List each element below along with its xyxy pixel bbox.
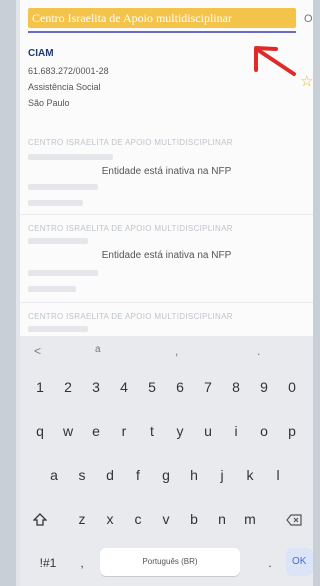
key-a[interactable]: a bbox=[42, 460, 66, 490]
key-v[interactable]: v bbox=[154, 504, 178, 534]
divider bbox=[20, 302, 313, 303]
key-y[interactable]: y bbox=[168, 416, 192, 446]
key-h[interactable]: h bbox=[182, 460, 206, 490]
key-7[interactable]: 7 bbox=[196, 372, 220, 402]
favorite-star-icon[interactable]: ☆ bbox=[300, 72, 313, 90]
entity-city: São Paulo bbox=[28, 98, 70, 108]
key-z[interactable]: z bbox=[70, 504, 94, 534]
key-o[interactable]: o bbox=[252, 416, 276, 446]
key-1[interactable]: 1 bbox=[28, 372, 52, 402]
key-0[interactable]: 0 bbox=[280, 372, 304, 402]
key-m[interactable]: m bbox=[238, 504, 262, 534]
result-card[interactable]: CENTRO ISRAELITA DE APOIO MULTIDISCIPLIN… bbox=[20, 306, 313, 336]
entity-name: CIAM bbox=[28, 48, 54, 59]
key-5[interactable]: 5 bbox=[140, 372, 164, 402]
entity-category: Assistência Social bbox=[28, 82, 101, 92]
app-screen: Centro Israelita de Apoio multidisciplin… bbox=[20, 0, 313, 586]
key-c[interactable]: c bbox=[126, 504, 150, 534]
key-4[interactable]: 4 bbox=[112, 372, 136, 402]
key-w[interactable]: w bbox=[56, 416, 80, 446]
result-card[interactable]: CENTRO ISRAELITA DE APOIO MULTIDISCIPLIN… bbox=[20, 130, 313, 210]
result-line bbox=[28, 184, 98, 190]
key-f[interactable]: f bbox=[126, 460, 150, 490]
result-title: CENTRO ISRAELITA DE APOIO MULTIDISCIPLIN… bbox=[28, 224, 233, 233]
key-l[interactable]: l bbox=[266, 460, 290, 490]
suggestion[interactable]: , bbox=[175, 344, 178, 358]
key-k[interactable]: k bbox=[238, 460, 262, 490]
key-n[interactable]: n bbox=[210, 504, 234, 534]
divider bbox=[20, 214, 313, 215]
key-x[interactable]: x bbox=[98, 504, 122, 534]
result-title: CENTRO ISRAELITA DE APOIO MULTIDISCIPLIN… bbox=[28, 312, 233, 321]
key-u[interactable]: u bbox=[196, 416, 220, 446]
entity-cnpj: 61.683.272/0001-28 bbox=[28, 66, 109, 76]
onscreen-keyboard: < a , . 1 2 3 4 5 6 7 8 9 0 q w e r t y … bbox=[20, 336, 313, 586]
keyboard-toolbar: < a , . bbox=[20, 336, 313, 366]
inactive-status: Entidade está inativa na NFP bbox=[101, 250, 232, 261]
space-key[interactable]: Português (BR) bbox=[100, 548, 240, 576]
result-title: CENTRO ISRAELITA DE APOIO MULTIDISCIPLIN… bbox=[28, 138, 233, 147]
key-r[interactable]: r bbox=[112, 416, 136, 446]
key-t[interactable]: t bbox=[140, 416, 164, 446]
key-q[interactable]: q bbox=[28, 416, 52, 446]
inactive-status: Entidade está inativa na NFP bbox=[101, 166, 232, 177]
key-6[interactable]: 6 bbox=[168, 372, 192, 402]
shift-icon[interactable] bbox=[28, 504, 52, 534]
key-i[interactable]: i bbox=[224, 416, 248, 446]
red-arrow-annotation bbox=[254, 46, 296, 76]
key-9[interactable]: 9 bbox=[252, 372, 276, 402]
result-line bbox=[28, 326, 88, 332]
key-d[interactable]: d bbox=[98, 460, 122, 490]
key-p[interactable]: p bbox=[280, 416, 304, 446]
symbols-key[interactable]: !#1 bbox=[28, 548, 68, 578]
key-b[interactable]: b bbox=[182, 504, 206, 534]
result-line bbox=[28, 154, 113, 160]
result-line bbox=[28, 286, 76, 292]
period-key[interactable]: . bbox=[258, 548, 282, 578]
result-line bbox=[28, 270, 98, 276]
key-j[interactable]: j bbox=[210, 460, 234, 490]
key-e[interactable]: e bbox=[84, 416, 108, 446]
search-underline bbox=[28, 31, 296, 33]
suggestion[interactable]: . bbox=[257, 344, 260, 358]
search-input[interactable]: Centro Israelita de Apoio multidisciplin… bbox=[28, 8, 296, 28]
key-8[interactable]: 8 bbox=[224, 372, 248, 402]
result-card[interactable]: CENTRO ISRAELITA DE APOIO MULTIDISCIPLIN… bbox=[20, 218, 313, 306]
key-2[interactable]: 2 bbox=[56, 372, 80, 402]
key-3[interactable]: 3 bbox=[84, 372, 108, 402]
keyboard-back-button[interactable]: < bbox=[34, 344, 41, 358]
ok-key[interactable]: OK bbox=[286, 548, 313, 576]
comma-key[interactable]: , bbox=[70, 548, 94, 578]
result-line bbox=[28, 200, 83, 206]
suggestion[interactable]: a bbox=[95, 344, 101, 355]
backspace-icon[interactable] bbox=[282, 504, 306, 534]
key-s[interactable]: s bbox=[70, 460, 94, 490]
result-line bbox=[28, 238, 88, 244]
key-g[interactable]: g bbox=[154, 460, 178, 490]
search-clear-label[interactable]: O bbox=[304, 13, 313, 25]
